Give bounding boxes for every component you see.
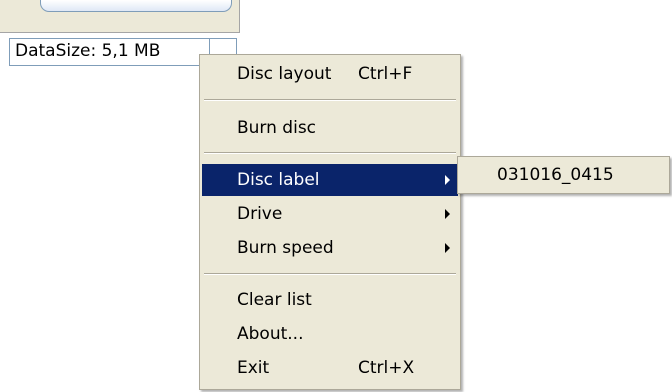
menu-item-label: Exit xyxy=(237,358,270,378)
data-size-label: DataSize: 5,1 MB xyxy=(15,41,161,61)
context-menu: Disc layout Ctrl+F Burn disc Disc label … xyxy=(199,54,461,390)
menu-item-label: About... xyxy=(237,324,304,344)
menu-item-about[interactable]: About... xyxy=(202,318,458,350)
menu-separator xyxy=(204,99,456,101)
menu-item-clear-list[interactable]: Clear list xyxy=(202,284,458,316)
menu-item-exit[interactable]: Exit Ctrl+X xyxy=(202,352,458,384)
menu-item-label: Clear list xyxy=(237,290,312,310)
menu-item-disc-layout[interactable]: Disc layout Ctrl+F xyxy=(202,58,458,90)
disc-capacity-tab xyxy=(40,0,232,12)
menu-separator xyxy=(204,273,456,275)
menu-item-label: Disc layout xyxy=(237,64,332,84)
submenu-item-label: 031016_0415 xyxy=(497,165,614,185)
menu-item-label: Burn disc xyxy=(237,118,317,138)
menu-item-label: Disc label xyxy=(237,170,320,190)
disc-label-submenu: 031016_0415 xyxy=(457,156,670,194)
submenu-arrow-icon xyxy=(445,175,450,185)
menu-item-label: Drive xyxy=(237,204,283,224)
menu-item-disc-label[interactable]: Disc label xyxy=(202,164,458,196)
submenu-arrow-icon xyxy=(445,243,450,253)
submenu-item-label-value[interactable]: 031016_0415 xyxy=(460,159,667,191)
menu-item-label: Burn speed xyxy=(237,238,334,258)
window-bottom-strip xyxy=(0,0,240,33)
menu-item-drive[interactable]: Drive xyxy=(202,198,458,230)
menu-item-shortcut: Ctrl+X xyxy=(358,358,415,378)
menu-item-shortcut: Ctrl+F xyxy=(358,64,413,84)
menu-item-burn-speed[interactable]: Burn speed xyxy=(202,232,458,264)
menu-item-burn-disc[interactable]: Burn disc xyxy=(202,112,458,144)
menu-separator xyxy=(204,152,456,154)
submenu-arrow-icon xyxy=(445,209,450,219)
